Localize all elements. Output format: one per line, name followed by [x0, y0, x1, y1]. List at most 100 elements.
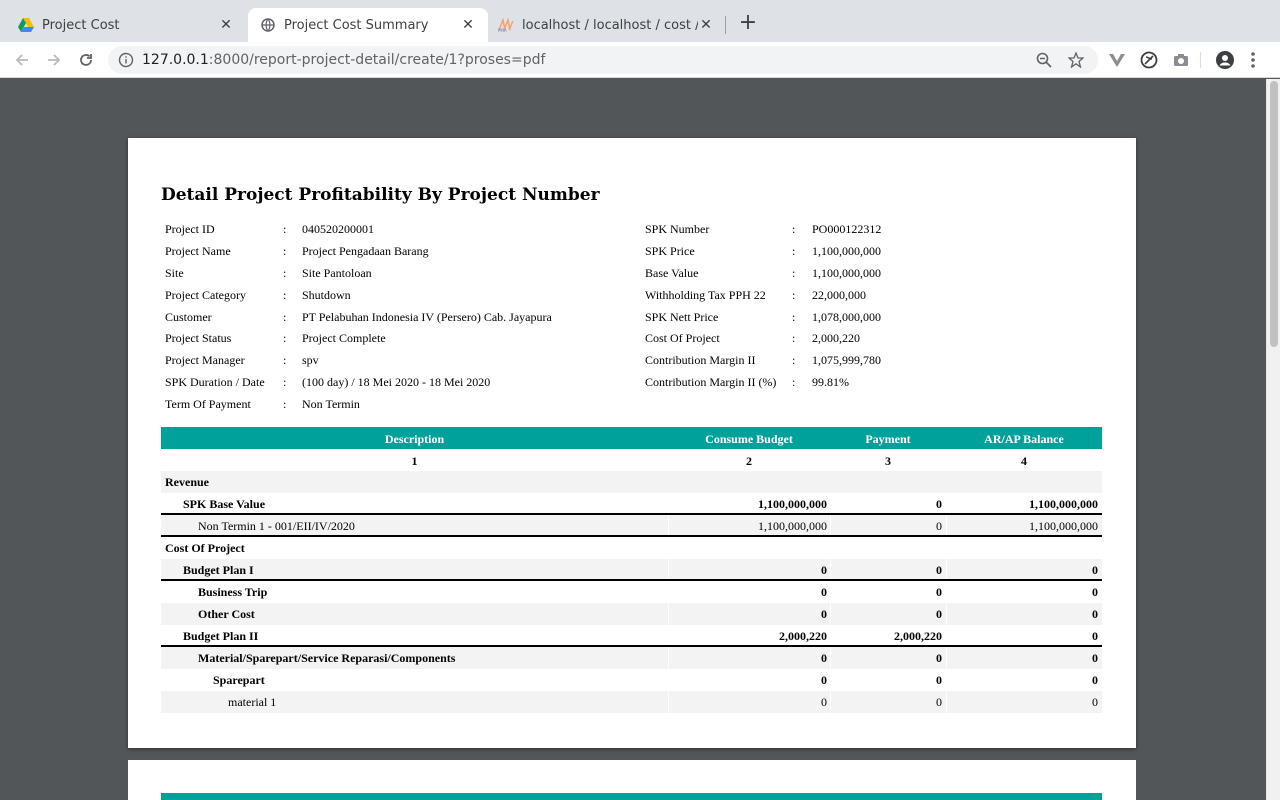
field-separator: : — [283, 397, 287, 412]
field-separator: : — [792, 287, 796, 302]
info-row: Withholding Tax PPH 22: 22,000,000 — [628, 284, 1088, 306]
column-divider — [830, 647, 831, 669]
new-tab-button[interactable]: + — [736, 12, 760, 36]
info-icon[interactable] — [118, 52, 134, 68]
star-icon[interactable] — [1067, 51, 1085, 69]
table-row: Cost Of Project — [161, 537, 1102, 559]
field-value: Project Complete — [302, 331, 386, 346]
column-divider — [830, 559, 831, 579]
address-bar[interactable]: 127.0.0.1:8000/report-project-detail/cre… — [108, 46, 1098, 74]
info-row: Contribution Margin II: 1,075,999,780 — [628, 349, 1088, 371]
row-consume-budget: 1,100,000,000 — [758, 497, 827, 511]
field-label: Project Name — [165, 243, 231, 258]
field-label: Site — [165, 265, 184, 280]
account-icon[interactable] — [1216, 51, 1234, 69]
info-row: Project Manager: spv — [128, 349, 628, 371]
field-separator: : — [283, 375, 287, 390]
info-row: Project Status: Project Complete — [128, 327, 628, 349]
table-row: Sparepart 0 0 0 — [161, 669, 1102, 691]
table-row: SPK Base Value 1,100,000,000 0 1,100,000… — [161, 493, 1102, 515]
reload-icon — [80, 54, 92, 66]
field-label: Term Of Payment — [165, 397, 251, 412]
field-value: 99.81% — [812, 375, 849, 390]
column-divider — [668, 691, 669, 713]
drive-icon — [18, 17, 34, 33]
reload-button[interactable] — [74, 48, 98, 72]
field-separator: : — [283, 222, 287, 236]
field-label: Customer — [165, 309, 212, 324]
field-label: Contribution Margin II (%) — [645, 375, 777, 390]
field-value: Shutdown — [302, 287, 351, 302]
field-separator: : — [792, 222, 796, 236]
row-consume-budget: 1,100,000,000 — [758, 519, 827, 533]
tab-phpmyadmin[interactable]: PMA localhost / localhost / cost / tra ✕ — [480, 8, 726, 42]
column-divider — [668, 559, 669, 579]
extension-icon[interactable] — [1140, 51, 1158, 69]
column-number: 4 — [1021, 454, 1027, 468]
column-number: 2 — [746, 454, 752, 468]
row-balance: 0 — [1092, 585, 1098, 599]
row-description: material 1 — [228, 695, 277, 709]
table-row: Other Cost 0 0 0 — [161, 603, 1102, 625]
table-row: material 1 0 0 0 — [161, 691, 1102, 713]
row-description: Material/Sparepart/Service Reparasi/Comp… — [198, 651, 456, 665]
table-header: Description Consume Budget Payment AR/AP… — [161, 427, 1102, 449]
row-consume-budget: 0 — [821, 585, 827, 599]
vue-devtools-icon[interactable] — [1108, 51, 1126, 69]
info-row: Cost Of Project: 2,000,220 — [628, 327, 1088, 349]
field-label: Withholding Tax PPH 22 — [645, 287, 766, 302]
back-button[interactable] — [10, 48, 34, 72]
column-divider — [830, 691, 831, 713]
field-separator: : — [792, 309, 796, 324]
close-tab-icon[interactable]: ✕ — [460, 17, 476, 33]
row-description: Budget Plan I — [183, 563, 254, 577]
report-page-2 — [128, 760, 1136, 800]
field-separator: : — [283, 353, 287, 368]
vertical-scrollbar[interactable] — [1266, 79, 1280, 800]
row-balance: 1,100,000,000 — [1029, 497, 1098, 511]
url-host: 127.0.0.1 — [142, 52, 209, 68]
close-tab-icon[interactable]: ✕ — [698, 17, 714, 33]
table-row: Revenue — [161, 471, 1102, 493]
tab-project-cost[interactable]: Project Cost ✕ — [0, 8, 246, 42]
field-separator: : — [283, 309, 287, 324]
column-number-row: 1 2 3 4 — [161, 449, 1102, 471]
camera-icon[interactable] — [1172, 51, 1190, 69]
project-info-left: Project ID:040520200001 Project Name: Pro… — [128, 218, 628, 415]
field-label: Cost Of Project — [645, 331, 720, 346]
close-tab-icon[interactable]: ✕ — [218, 17, 234, 33]
phpmyadmin-icon: PMA — [498, 17, 514, 33]
row-balance: 0 — [1092, 695, 1098, 709]
column-divider — [946, 647, 947, 669]
info-row: SPK Duration / Date: (100 day) / 18 Mei 2… — [128, 371, 628, 393]
row-balance: 0 — [1092, 563, 1098, 577]
info-row: SPK Number: PO000122312 — [628, 218, 1088, 240]
field-value: spv — [302, 353, 319, 368]
field-label: Project Status — [165, 331, 232, 346]
column-number: 1 — [411, 454, 418, 468]
row-payment: 0 — [936, 673, 942, 687]
field-value: Project Pengadaan Barang — [302, 243, 429, 258]
tab-project-cost-summary[interactable]: Project Cost Summary ✕ — [248, 8, 488, 42]
column-header: Payment — [865, 432, 911, 446]
menu-icon[interactable] — [1250, 51, 1260, 69]
info-row: SPK Price: 1,100,000,000 — [628, 240, 1088, 262]
column-header: Description — [384, 432, 445, 446]
tab-title: Project Cost Summary — [284, 17, 429, 33]
forward-button[interactable] — [42, 48, 66, 72]
row-payment: 0 — [936, 651, 942, 665]
row-payment: 0 — [936, 563, 942, 577]
info-row: Base Value: 1,100,000,000 — [628, 262, 1088, 284]
row-description: Revenue — [165, 475, 209, 489]
arrow-right-icon — [48, 54, 61, 66]
field-separator: : — [792, 243, 796, 258]
field-label: Project Manager — [165, 353, 245, 368]
field-label: Project ID — [165, 222, 215, 236]
field-value: Site Pantoloan — [302, 265, 372, 280]
column-header: Consume Budget — [705, 432, 793, 446]
scrollbar-thumb[interactable] — [1270, 81, 1278, 347]
tab-title: localhost / localhost / cost / tra — [522, 17, 698, 33]
row-consume-budget: 0 — [821, 607, 827, 621]
zoom-icon[interactable] — [1036, 52, 1052, 68]
info-row: Project ID: 040520200001 — [128, 218, 628, 240]
